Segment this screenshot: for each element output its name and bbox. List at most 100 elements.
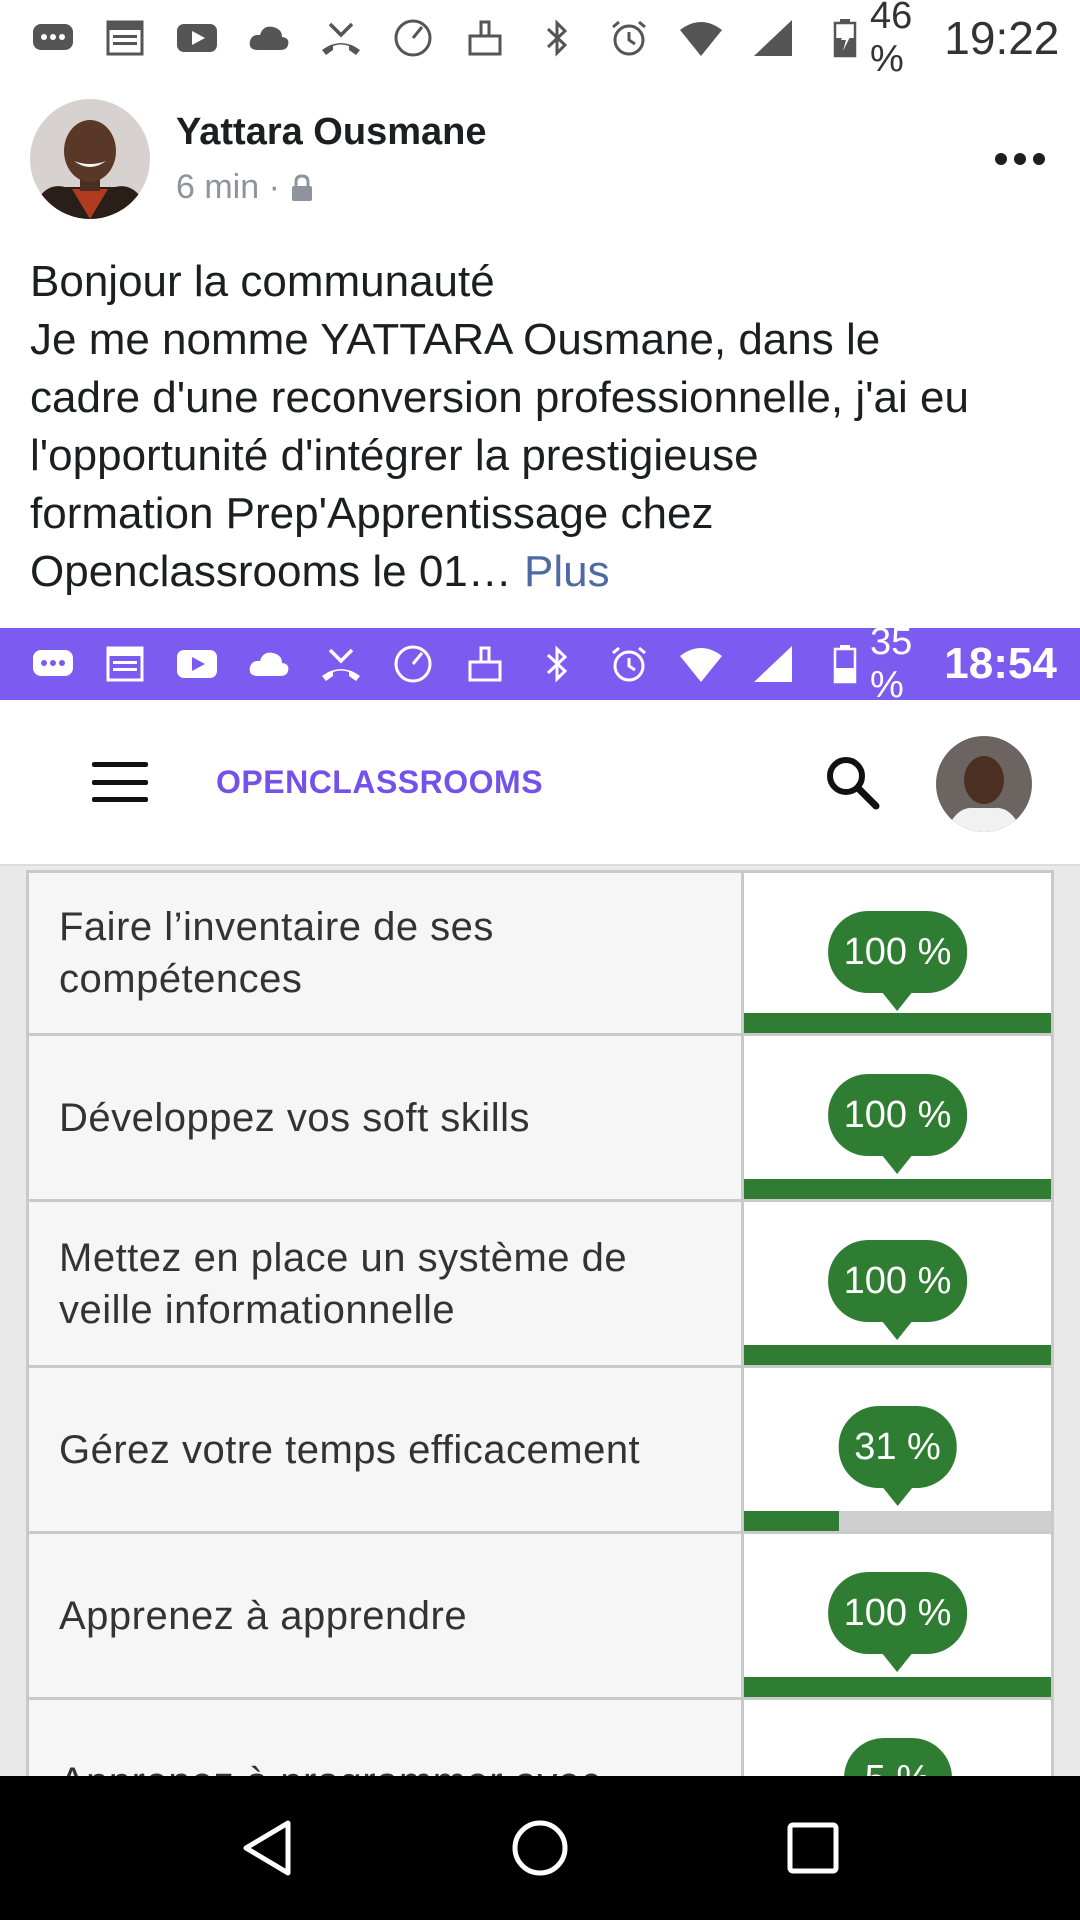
search-icon[interactable] xyxy=(822,752,882,812)
course-row[interactable]: Développez vos soft skills 100 % xyxy=(26,1036,1054,1202)
course-progress: 100 % xyxy=(744,1534,1054,1697)
post-line: Openclassrooms le 01… xyxy=(30,547,512,596)
alarm-icon xyxy=(604,644,654,684)
recents-icon[interactable] xyxy=(768,1803,858,1893)
course-progress: 5 % xyxy=(744,1700,1054,1776)
course-row[interactable]: Faire l’inventaire de ses compétences 100… xyxy=(26,870,1054,1036)
course-title[interactable]: Apprenez à apprendre xyxy=(26,1534,744,1697)
battery-percentage: 46 % xyxy=(870,0,913,80)
progress-bar-fill xyxy=(744,1677,1051,1697)
post-image[interactable]: 35 % 18:54 OPENCLASSROOMS Faire l’invent… xyxy=(0,628,1080,1776)
message-icon xyxy=(28,644,78,684)
menu-line xyxy=(92,797,148,802)
openclassrooms-header: OPENCLASSROOMS xyxy=(0,700,1080,866)
progress-bar xyxy=(744,1345,1051,1365)
course-row[interactable]: Apprenez à apprendre 100 % xyxy=(26,1534,1054,1700)
progress-bar-fill xyxy=(744,1345,1051,1365)
openclassrooms-logo[interactable]: OPENCLASSROOMS xyxy=(216,764,543,801)
author-name[interactable]: Yattara Ousmane xyxy=(176,111,990,154)
course-title[interactable]: Gérez votre temps efficacement xyxy=(26,1368,744,1531)
post-line: Je me nomme YATTARA Ousmane, dans le xyxy=(30,315,881,364)
bluetooth-icon xyxy=(532,18,582,58)
status-icons xyxy=(28,18,870,58)
wifi-icon xyxy=(676,644,726,684)
course-row[interactable]: Apprenez à programmer avec 5 % xyxy=(26,1700,1054,1776)
dot xyxy=(1033,153,1045,165)
menu-line xyxy=(92,779,148,785)
menu-icon[interactable] xyxy=(92,762,148,802)
progress-bar-fill xyxy=(744,1179,1051,1199)
progress-badge: 5 % xyxy=(843,1738,952,1776)
progress-bar xyxy=(744,1677,1051,1697)
progress-bar xyxy=(744,1013,1051,1033)
missed-call-icon xyxy=(316,644,366,684)
dot xyxy=(1014,153,1026,165)
bluetooth-icon xyxy=(532,644,582,684)
course-title[interactable]: Faire l’inventaire de ses compétences xyxy=(26,873,744,1033)
progress-bar xyxy=(744,1511,1051,1531)
cloud-icon xyxy=(244,18,294,58)
menu-line xyxy=(92,762,148,767)
battery-icon xyxy=(820,644,870,684)
speedometer-icon xyxy=(388,18,438,58)
see-more-link[interactable]: Plus xyxy=(524,547,610,596)
post-line: Bonjour la communauté xyxy=(30,257,495,306)
home-icon[interactable] xyxy=(495,1803,585,1893)
youtube-icon xyxy=(172,18,222,58)
message-icon xyxy=(28,18,78,58)
embedded-status-icons xyxy=(28,644,870,684)
navigation-bar xyxy=(0,1776,1080,1920)
course-row[interactable]: Mettez en place un système de veille inf… xyxy=(26,1202,1054,1368)
back-icon[interactable] xyxy=(222,1803,312,1893)
post-line: cadre d'une reconversion professionnelle… xyxy=(30,373,969,422)
lock-icon xyxy=(291,173,312,201)
course-title[interactable]: Mettez en place un système de veille inf… xyxy=(26,1202,744,1365)
cleaner-icon xyxy=(460,644,510,684)
author-block: Yattara Ousmane 6 min · xyxy=(176,111,990,207)
course-progress: 100 % xyxy=(744,1202,1054,1365)
post-text: Bonjour la communauté Je me nomme YATTAR… xyxy=(30,253,1060,601)
progress-badge: 100 % xyxy=(827,1572,968,1654)
calendar-icon xyxy=(100,18,150,58)
progress-bar-fill xyxy=(744,1013,1051,1033)
post-header: Yattara Ousmane 6 min · xyxy=(30,98,1050,220)
calendar-icon xyxy=(100,644,150,684)
progress-badge: 100 % xyxy=(827,911,968,993)
embedded-clock: 18:54 xyxy=(944,639,1057,688)
progress-badge: 31 % xyxy=(838,1406,957,1488)
post-line-last: Openclassrooms le 01… Plus xyxy=(30,543,1060,601)
course-title[interactable]: Développez vos soft skills xyxy=(26,1036,744,1199)
course-title[interactable]: Apprenez à programmer avec xyxy=(26,1700,744,1776)
course-progress: 100 % xyxy=(744,1036,1054,1199)
signal-icon xyxy=(748,18,798,58)
more-options-button[interactable] xyxy=(990,139,1050,179)
clock: 19:22 xyxy=(944,11,1060,64)
progress-bar-fill xyxy=(744,1511,840,1531)
battery-icon xyxy=(820,18,870,58)
post-line: l'opportunité d'intégrer la prestigieuse xyxy=(30,431,759,480)
cloud-icon xyxy=(244,644,294,684)
author-avatar[interactable] xyxy=(30,99,150,219)
status-bar: 46 % 19:22 xyxy=(0,0,1080,80)
progress-badge: 100 % xyxy=(827,1240,968,1322)
embedded-status-right: 35 % 18:54 xyxy=(870,628,1057,707)
course-row[interactable]: Gérez votre temps efficacement 31 % xyxy=(26,1368,1054,1534)
wifi-icon xyxy=(676,18,726,58)
course-progress: 100 % xyxy=(744,873,1054,1033)
speedometer-icon xyxy=(388,644,438,684)
progress-bar xyxy=(744,1179,1051,1199)
youtube-icon xyxy=(172,644,222,684)
post-line: formation Prep'Apprentissage chez xyxy=(30,489,714,538)
post-meta: 6 min · xyxy=(176,168,990,207)
embedded-status-bar: 35 % 18:54 xyxy=(0,628,1080,706)
missed-call-icon xyxy=(316,18,366,58)
status-right: 46 % 19:22 xyxy=(870,0,1059,81)
embedded-battery-percentage: 35 % xyxy=(870,628,913,706)
progress-badge: 100 % xyxy=(827,1074,968,1156)
alarm-icon xyxy=(604,18,654,58)
user-avatar[interactable] xyxy=(936,736,1032,832)
cleaner-icon xyxy=(460,18,510,58)
course-table: Faire l’inventaire de ses compétences 100… xyxy=(26,870,1054,1776)
signal-icon xyxy=(748,644,798,684)
post-time[interactable]: 6 min · xyxy=(176,168,280,207)
